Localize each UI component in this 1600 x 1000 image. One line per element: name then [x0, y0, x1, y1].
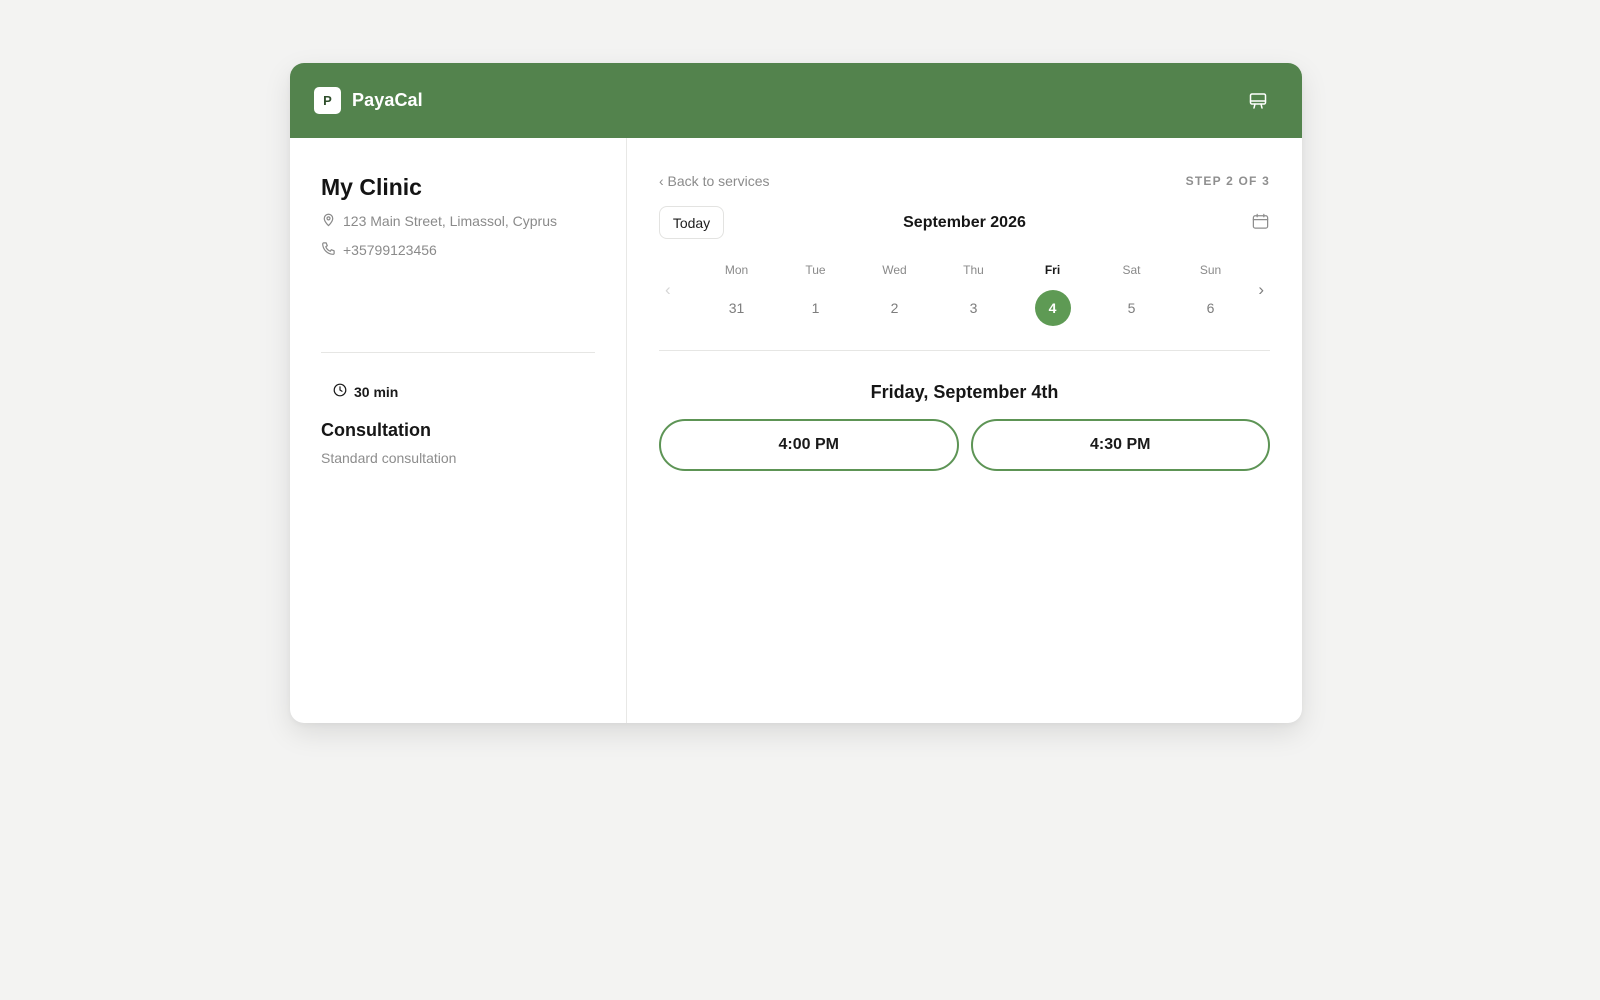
selected-date-heading: Friday, September 4th: [870, 382, 1059, 402]
week-strip: Mon 31 Tue 1 Wed 2 Thu 3 Fri 4 Sat 5 Sun…: [697, 263, 1250, 326]
clinic-address: 123 Main Street, Limassol, Cyprus: [343, 213, 557, 229]
divider: [659, 350, 1270, 351]
brand-logo: P: [314, 87, 341, 114]
service-description: Standard consultation: [321, 450, 457, 466]
clinic-panel: My Clinic 123 Main Street, Limassol, Cyp…: [290, 138, 627, 723]
day-tue[interactable]: Tue 1: [776, 263, 855, 326]
map-pin-icon: [321, 212, 343, 230]
booking-panel: ‹ Back to services STEP 2 OF 3 Today Sep…: [627, 138, 1302, 723]
day-of-week: Tue: [805, 263, 826, 277]
phone-icon: [321, 241, 343, 259]
duration-label: 30 min: [354, 383, 399, 400]
clinic-phone: +35799123456: [343, 242, 437, 258]
prev-week-button[interactable]: ‹: [665, 280, 671, 300]
time-slot-button[interactable]: 4:30 PM: [970, 419, 1270, 471]
next-week-button[interactable]: ›: [1258, 280, 1264, 300]
step-indicator: STEP 2 OF 3: [1185, 174, 1270, 188]
presentation-icon[interactable]: [1248, 91, 1268, 111]
divider: [321, 352, 595, 353]
clinic-phone-row: +35799123456: [321, 241, 595, 259]
day-of-week: Sun: [1199, 263, 1222, 277]
time-slots: 4:00 PM 4:30 PM: [659, 419, 1270, 471]
day-of-week: Fri: [1044, 263, 1061, 277]
month-title: September 2026: [903, 214, 1026, 231]
day-of-week: Thu: [963, 263, 984, 277]
service-name: Consultation: [321, 420, 431, 440]
day-sat[interactable]: Sat 5: [1092, 263, 1171, 326]
day-wed[interactable]: Wed 2: [855, 263, 934, 326]
time-slot-button[interactable]: 4:00 PM: [659, 419, 959, 471]
day-number: 3: [969, 300, 978, 316]
day-number: 5: [1127, 300, 1136, 316]
app-header: P PayaCal: [290, 63, 1302, 138]
day-of-week: Mon: [724, 263, 749, 277]
day-number: 6: [1206, 300, 1215, 316]
service-duration: 30 min: [333, 383, 398, 400]
day-thu[interactable]: Thu 3: [934, 263, 1013, 326]
day-number: 31: [728, 300, 745, 316]
calendar-icon[interactable]: [1251, 212, 1270, 231]
day-sun[interactable]: Sun 6: [1171, 263, 1250, 326]
day-mon[interactable]: Mon 31: [697, 263, 776, 326]
day-of-week: Sat: [1122, 263, 1141, 277]
day-number: 2: [890, 300, 899, 316]
booking-card: P PayaCal My Clinic 123 Main Street, Lim…: [290, 63, 1302, 723]
back-to-services-link[interactable]: ‹ Back to services: [659, 173, 769, 189]
day-fri-selected[interactable]: Fri 4: [1013, 263, 1092, 326]
clock-icon: [333, 383, 354, 400]
clinic-name: My Clinic: [321, 174, 422, 200]
day-number: 1: [811, 300, 820, 316]
clinic-address-row: 123 Main Street, Limassol, Cyprus: [321, 212, 595, 230]
day-of-week: Wed: [882, 263, 907, 277]
day-number: 4: [1034, 290, 1071, 326]
brand-name: PayaCal: [352, 90, 423, 110]
